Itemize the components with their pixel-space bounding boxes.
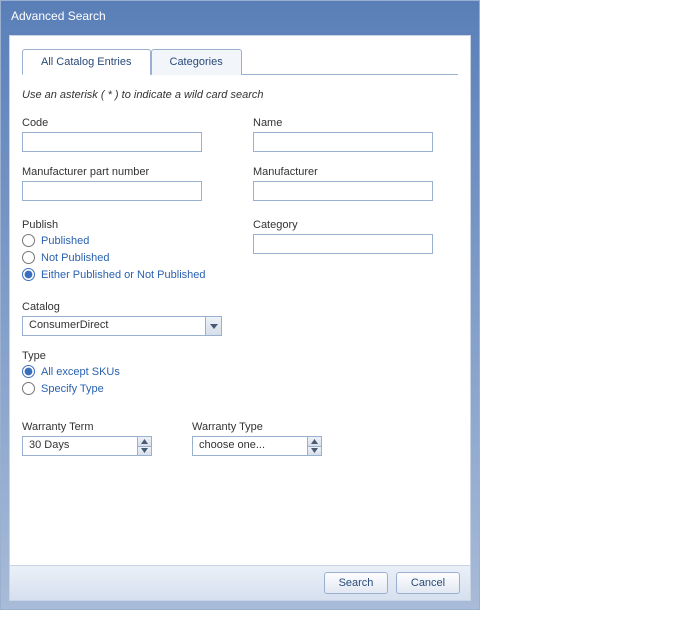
hint-text: Use an asterisk ( * ) to indicate a wild…: [22, 89, 458, 101]
search-button[interactable]: Search: [324, 572, 388, 594]
advanced-search-window: Advanced Search All Catalog Entries Cate…: [0, 0, 480, 610]
manufacturer-label: Manufacturer: [253, 166, 458, 178]
publish-not-published-label[interactable]: Not Published: [41, 252, 110, 264]
warranty-type-value: choose one...: [193, 437, 307, 455]
warranty-term-value: 30 Days: [23, 437, 137, 455]
type-radio-group: All except SKUs Specify Type: [22, 365, 458, 395]
publish-published-label[interactable]: Published: [41, 235, 89, 247]
publish-label: Publish: [22, 219, 227, 231]
spinner-down-icon[interactable]: [138, 446, 151, 456]
type-all-except-skus-label[interactable]: All except SKUs: [41, 366, 120, 378]
catalog-label: Catalog: [22, 301, 458, 313]
type-label: Type: [22, 350, 458, 362]
category-label: Category: [253, 219, 458, 231]
tabs: All Catalog Entries Categories: [22, 48, 458, 75]
spinner-up-icon[interactable]: [138, 437, 151, 446]
window-title: Advanced Search: [1, 1, 479, 35]
code-input[interactable]: [22, 132, 202, 152]
publish-either-label[interactable]: Either Published or Not Published: [41, 269, 205, 281]
name-label: Name: [253, 117, 458, 129]
spinner-up-icon[interactable]: [308, 437, 321, 446]
warranty-type-label: Warranty Type: [192, 421, 322, 433]
tab-all-catalog-entries[interactable]: All Catalog Entries: [22, 49, 151, 75]
type-all-except-skus-radio[interactable]: [22, 365, 35, 378]
warranty-term-label: Warranty Term: [22, 421, 152, 433]
category-input[interactable]: [253, 234, 433, 254]
name-input[interactable]: [253, 132, 433, 152]
warranty-term-spinner[interactable]: 30 Days: [22, 436, 152, 456]
warranty-type-spinner[interactable]: choose one...: [192, 436, 322, 456]
type-specify-radio[interactable]: [22, 382, 35, 395]
manufacturer-part-number-label: Manufacturer part number: [22, 166, 227, 178]
button-bar: Search Cancel: [9, 565, 471, 601]
dropdown-icon[interactable]: [205, 317, 221, 335]
publish-either-radio[interactable]: [22, 268, 35, 281]
catalog-select[interactable]: ConsumerDirect: [22, 316, 222, 336]
content-panel: All Catalog Entries Categories Use an as…: [9, 35, 471, 565]
type-specify-label[interactable]: Specify Type: [41, 383, 104, 395]
publish-radio-group: Published Not Published Either Published…: [22, 234, 227, 281]
spinner-down-icon[interactable]: [308, 446, 321, 456]
code-label: Code: [22, 117, 227, 129]
publish-not-published-radio[interactable]: [22, 251, 35, 264]
manufacturer-input[interactable]: [253, 181, 433, 201]
publish-published-radio[interactable]: [22, 234, 35, 247]
catalog-select-value: ConsumerDirect: [23, 317, 205, 335]
cancel-button[interactable]: Cancel: [396, 572, 460, 594]
tab-categories[interactable]: Categories: [151, 49, 242, 75]
manufacturer-part-number-input[interactable]: [22, 181, 202, 201]
